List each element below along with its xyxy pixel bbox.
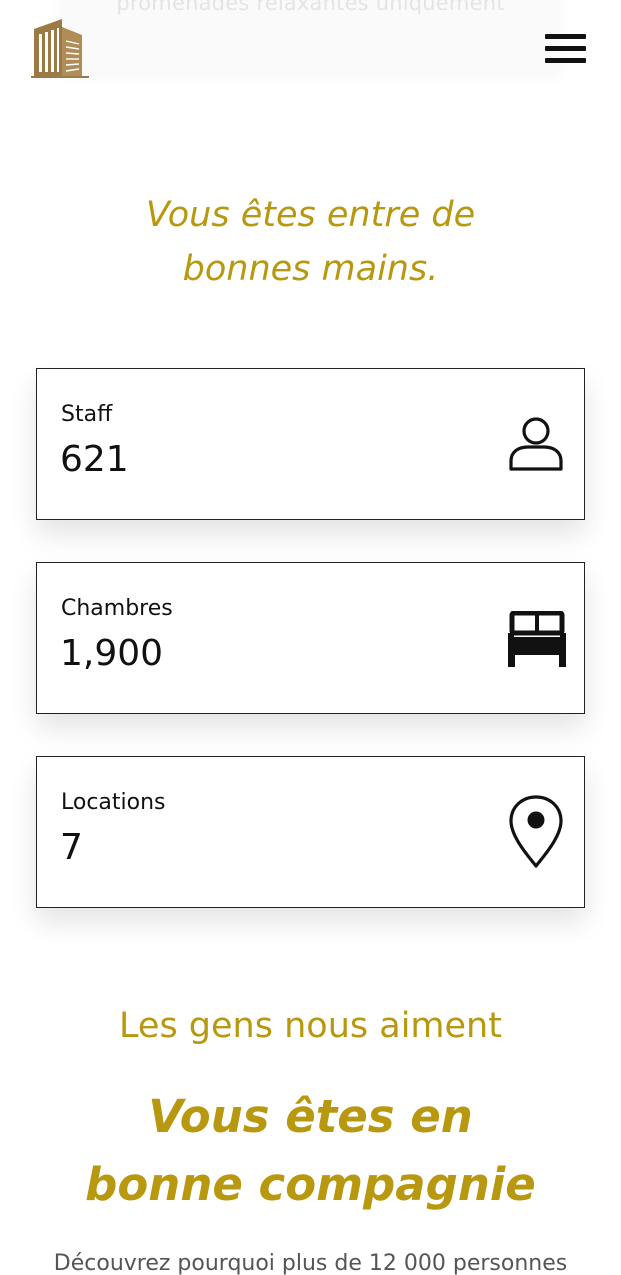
building-logo-icon[interactable] [30, 17, 90, 79]
testimonials-subheading: Les gens nous aiment [119, 1006, 502, 1046]
user-icon [508, 416, 564, 476]
stat-card-locations: Locations 7 [36, 756, 585, 908]
stat-card-chambres: Chambres 1,900 [36, 562, 585, 714]
bed-icon [506, 610, 568, 673]
stat-value: 7 [60, 827, 83, 868]
hamburger-menu-icon[interactable] [545, 34, 586, 64]
banner-text: promenades relaxantes uniquement [116, 0, 505, 15]
testimonials-intro: Découvrez pourquoi plus de 12 000 person… [53, 1251, 568, 1275]
location-pin-icon [508, 795, 564, 873]
page: promenades relaxantes uniquement Vous êt… [0, 0, 621, 1275]
stat-card-staff: Staff 621 [36, 368, 585, 520]
stat-label: Chambres [61, 596, 173, 621]
stat-value: 1,900 [60, 633, 164, 674]
stat-label: Staff [61, 402, 113, 427]
stat-label: Locations [61, 790, 166, 815]
stat-value: 621 [60, 439, 129, 480]
testimonials-heading: Vous êtes en bonne compagnie [85, 1090, 536, 1211]
trust-heading: Vous êtes entre de bonnes mains. [145, 195, 476, 289]
